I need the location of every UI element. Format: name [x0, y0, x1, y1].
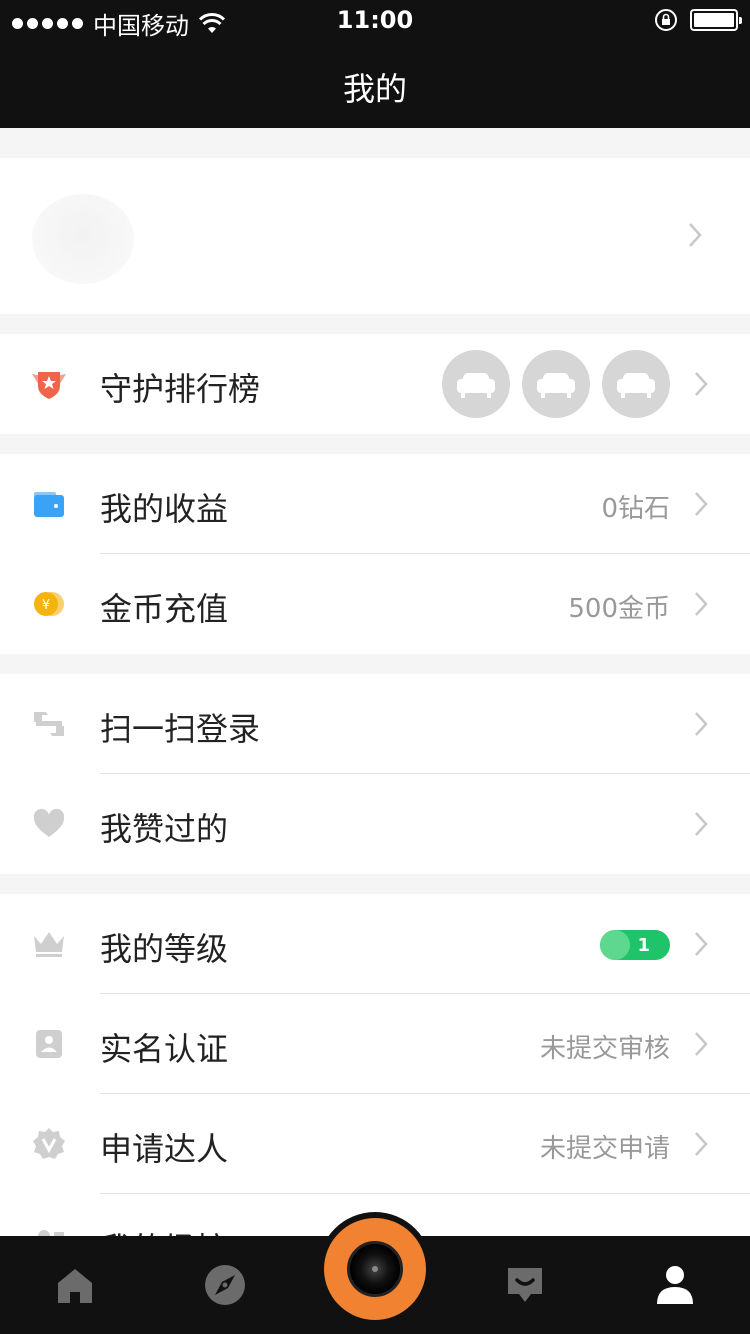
chevron-right-icon — [695, 372, 708, 396]
level-number: 1 — [637, 934, 650, 956]
svg-text:¥: ¥ — [42, 598, 50, 613]
level-row[interactable]: 我的等级 1 — [0, 894, 750, 994]
chevron-right-icon — [695, 492, 708, 516]
tab-messages[interactable] — [500, 1260, 550, 1310]
profile-card[interactable] — [0, 158, 750, 314]
avatar[interactable] — [32, 194, 134, 284]
tab-discover[interactable] — [200, 1260, 250, 1310]
sofa-icon — [442, 350, 510, 418]
field-control-label: 我的场控 — [100, 1224, 228, 1236]
leaf-icon — [600, 930, 630, 960]
coin-icon: ¥ — [34, 592, 64, 616]
id-card-icon — [36, 1030, 62, 1058]
talent-label: 申请达人 — [100, 1130, 229, 1168]
level-badge: 1 — [600, 930, 670, 960]
guard-rank-label: 守护排行榜 — [100, 370, 261, 408]
rotation-lock-icon — [655, 9, 677, 31]
battery-icon — [690, 9, 742, 31]
camera-icon — [347, 1241, 403, 1297]
home-icon — [58, 1269, 92, 1303]
guard-rank-section: 守护排行榜 — [0, 334, 750, 434]
chevron-right-icon — [695, 932, 708, 956]
chevron-right-icon — [695, 712, 708, 736]
activity-section: 扫一扫登录 我赞过的 — [0, 674, 750, 874]
talent-value: 未提交申请 — [539, 1134, 670, 1164]
verification-label: 实名认证 — [100, 1030, 229, 1068]
heart-icon — [33, 808, 65, 837]
status-bar: 中国移动 11:00 — [0, 0, 750, 40]
v-badge-icon — [33, 1128, 65, 1159]
talent-row[interactable]: 申请达人 未提交申请 — [0, 1094, 750, 1194]
user-icon — [657, 1266, 693, 1304]
sofa-icon — [602, 350, 670, 418]
shield-star-icon — [32, 372, 66, 399]
scan-login-row[interactable]: 扫一扫登录 — [0, 674, 750, 774]
chevron-right-icon — [695, 1032, 708, 1056]
earnings-value: 0钻石 — [601, 494, 670, 524]
chevron-right-icon — [695, 812, 708, 836]
live-camera-button[interactable] — [318, 1212, 432, 1326]
verification-value: 未提交审核 — [539, 1034, 670, 1064]
sofa-icon — [522, 350, 590, 418]
chevron-right-icon — [689, 223, 702, 247]
liked-row[interactable]: 我赞过的 — [0, 774, 750, 874]
people-icon — [38, 1230, 64, 1236]
liked-label: 我赞过的 — [100, 810, 229, 848]
status-right — [654, 8, 742, 32]
chat-icon — [508, 1268, 542, 1302]
status-time: 11:00 — [336, 6, 414, 34]
tab-profile[interactable] — [650, 1260, 700, 1310]
earnings-row[interactable]: 我的收益 0钻石 — [0, 454, 750, 554]
wallet-section: 我的收益 0钻石 ¥ 金币充值 500金币 — [0, 454, 750, 654]
scan-icon — [34, 712, 64, 736]
coins-value: 500金币 — [568, 594, 670, 624]
verification-row[interactable]: 实名认证 未提交审核 — [0, 994, 750, 1094]
nav-bar: 我的 — [0, 40, 750, 128]
level-label: 我的等级 — [100, 930, 229, 968]
coins-label: 金币充值 — [100, 590, 229, 628]
guard-rank-row[interactable]: 守护排行榜 — [0, 334, 750, 434]
tab-home[interactable] — [50, 1260, 100, 1310]
chevron-right-icon — [695, 1132, 708, 1156]
earnings-label: 我的收益 — [100, 490, 229, 528]
crown-icon — [34, 932, 64, 957]
coins-row[interactable]: ¥ 金币充值 500金币 — [0, 554, 750, 654]
camera-button-ring — [324, 1218, 426, 1320]
chevron-right-icon — [695, 592, 708, 616]
page-title: 我的 — [342, 70, 407, 108]
compass-icon — [205, 1265, 245, 1305]
wallet-icon — [34, 492, 64, 517]
account-section: 我的等级 1 实名认证 未提交审核 申请达人 未提交申请 — [0, 894, 750, 1194]
scan-login-label: 扫一扫登录 — [100, 710, 261, 748]
